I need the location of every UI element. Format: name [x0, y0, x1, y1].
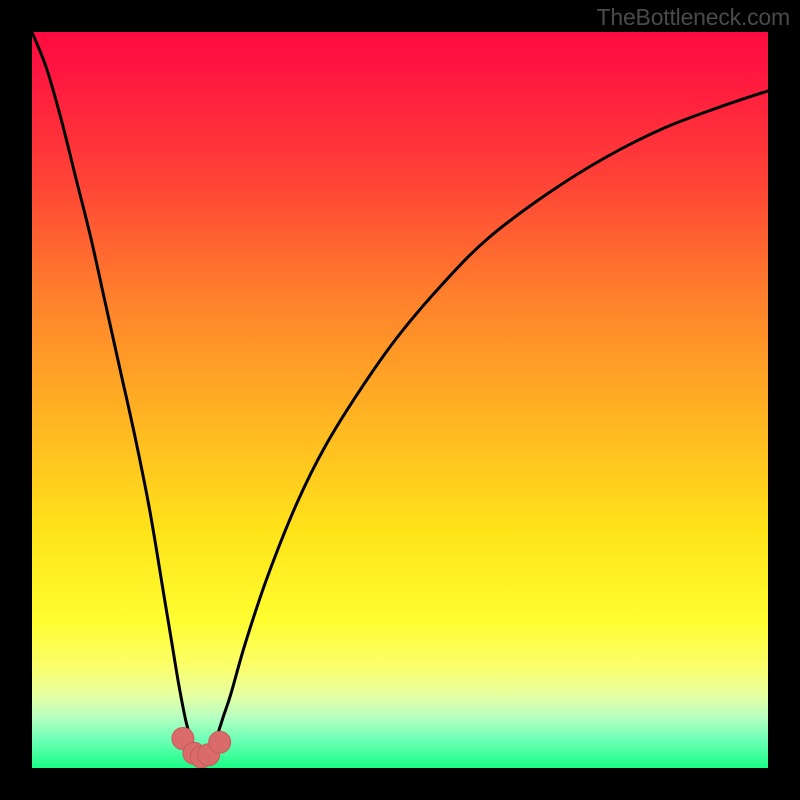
- trough-markers: [172, 728, 231, 768]
- chart-svg: [32, 32, 768, 768]
- watermark-text: TheBottleneck.com: [597, 4, 790, 31]
- trough-marker: [209, 731, 231, 753]
- bottleneck-curve: [32, 32, 768, 757]
- plot-area: [32, 32, 768, 768]
- chart-frame: TheBottleneck.com: [0, 0, 800, 800]
